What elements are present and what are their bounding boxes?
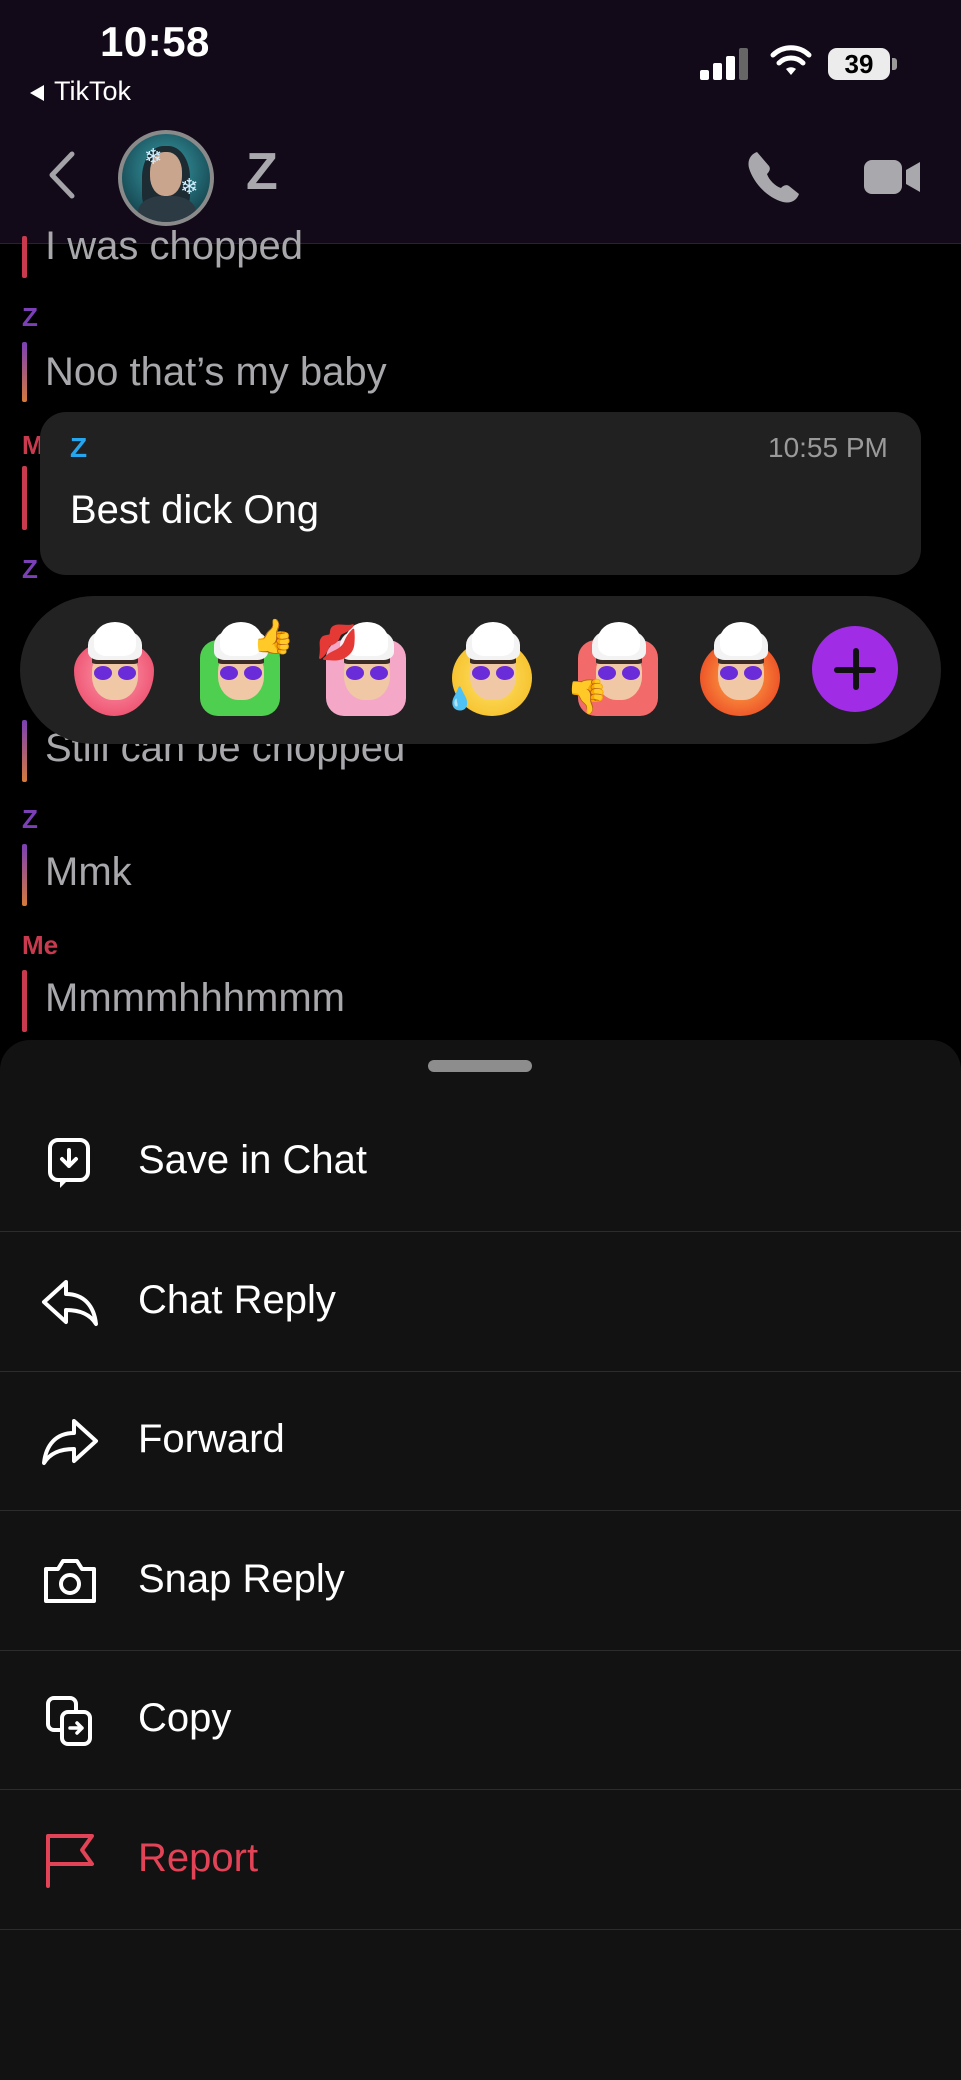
message-text: Mmk: [45, 850, 132, 894]
copy-icon: [46, 1696, 92, 1746]
snowflake-icon: ❄: [144, 144, 163, 169]
back-triangle-icon: [30, 84, 44, 101]
save-in-chat-button[interactable]: Save in Chat: [0, 1092, 961, 1232]
video-call-icon[interactable]: [864, 156, 922, 198]
battery-indicator: 39: [828, 48, 890, 80]
bitmoji-glasses: [346, 666, 388, 680]
action-label: Report: [138, 1836, 259, 1880]
action-label: Snap Reply: [138, 1557, 345, 1601]
sheet-grabber-handle[interactable]: [428, 1060, 532, 1072]
focused-message-sender: Z: [70, 432, 88, 463]
lips-icon: 💋: [316, 624, 359, 662]
message-accent-bar: [22, 466, 27, 530]
action-label: Forward: [138, 1417, 285, 1461]
chat-reply-button[interactable]: Chat Reply: [0, 1232, 961, 1372]
bitmoji-glasses: [220, 666, 262, 680]
thumbs-up-reaction[interactable]: 👍: [194, 620, 294, 722]
message-sender: Z: [22, 804, 38, 834]
chef-hat: [720, 622, 762, 656]
message-accent-bar: [22, 970, 27, 1032]
avatar-body: [138, 196, 196, 222]
bitmoji-glasses: [720, 666, 762, 680]
status-time: 10:58: [100, 18, 210, 65]
thumbs-down-reaction[interactable]: 👎: [566, 622, 664, 722]
message-text: Mmmmhhhmmm: [45, 976, 345, 1020]
thumbs-up-icon: 👍: [252, 618, 295, 656]
snap-reply-button[interactable]: Snap Reply: [0, 1511, 961, 1651]
message-accent-bar: [22, 844, 27, 906]
action-label: Copy: [138, 1696, 232, 1740]
thumbs-down-icon: 👎: [566, 678, 609, 716]
bitmoji-glasses: [94, 666, 136, 680]
heart-reaction[interactable]: [68, 622, 160, 722]
forward-icon: [42, 1419, 98, 1465]
fire-reaction[interactable]: [694, 622, 786, 722]
copy-button[interactable]: Copy: [0, 1650, 961, 1790]
tear-icon: 💧: [446, 686, 474, 711]
reply-icon: [42, 1280, 98, 1326]
save-icon: [48, 1138, 90, 1188]
chef-hat: [598, 622, 640, 656]
add-reaction-button[interactable]: [812, 626, 898, 712]
battery-tip: [892, 58, 897, 70]
contact-name[interactable]: Z: [246, 142, 278, 202]
flag-icon: [46, 1834, 94, 1888]
message-accent-bar: [22, 720, 27, 782]
report-button[interactable]: Report: [0, 1790, 961, 1930]
bitmoji-glasses: [472, 666, 514, 680]
back-to-app-link[interactable]: TikTok: [30, 76, 131, 107]
back-app-label: TikTok: [54, 76, 132, 106]
focused-message-time: 10:55 PM: [768, 432, 888, 463]
message-text: Noo that’s my baby: [45, 350, 387, 394]
message-sender: Z: [22, 554, 38, 584]
action-label: Chat Reply: [138, 1278, 336, 1322]
message-accent-bar: [22, 342, 27, 402]
phone-call-icon[interactable]: [745, 148, 803, 206]
back-chevron-icon[interactable]: [44, 150, 78, 200]
wifi-icon: [770, 45, 812, 75]
focused-message-text: Best dick Ong: [70, 488, 320, 532]
forward-button[interactable]: Forward: [0, 1371, 961, 1511]
chef-hat: [472, 622, 514, 656]
message-text: I was chopped: [45, 224, 303, 268]
contact-avatar[interactable]: ❄ ❄: [118, 130, 214, 226]
message-accent-bar: [22, 236, 27, 278]
camera-icon: [44, 1559, 96, 1603]
kiss-reaction[interactable]: 💋: [316, 622, 412, 722]
action-label: Save in Chat: [138, 1138, 368, 1182]
snowflake-icon: ❄: [180, 174, 199, 199]
message-sender: Me: [22, 930, 59, 960]
message-sender: Z: [22, 302, 38, 332]
cellular-signal-icon: [700, 48, 752, 80]
laugh-cry-reaction[interactable]: 💧: [446, 622, 538, 722]
chef-hat: [94, 622, 136, 656]
